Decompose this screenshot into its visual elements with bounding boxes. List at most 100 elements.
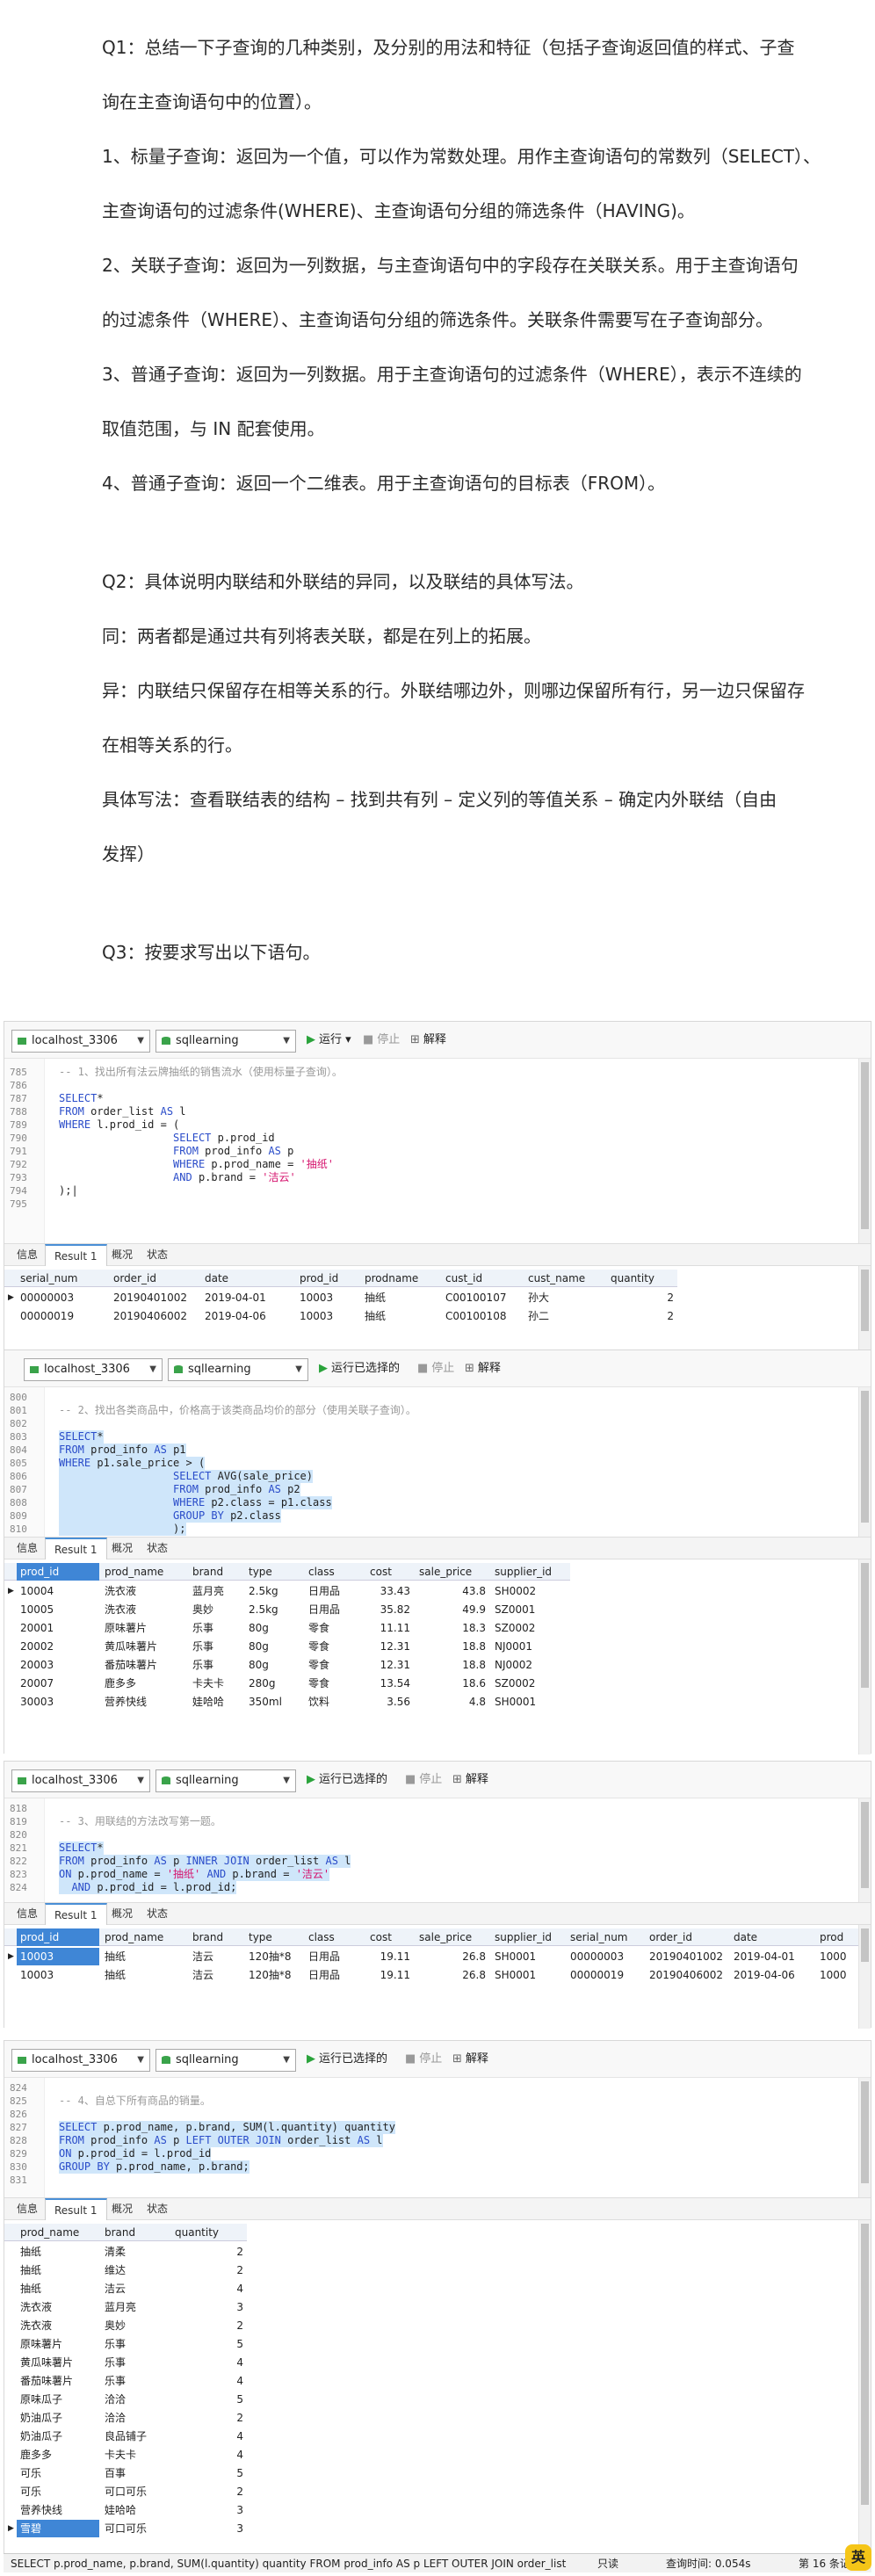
table-cell[interactable]: 2: [171, 2261, 247, 2279]
table-cell[interactable]: 10003: [296, 1307, 359, 1325]
table-cell[interactable]: 原味薯片: [17, 2335, 99, 2353]
table-cell[interactable]: 4: [171, 2372, 247, 2390]
table-cell[interactable]: 乐事: [189, 1656, 243, 1674]
table-row[interactable]: 洗衣液 蓝月亮 3: [4, 2298, 247, 2316]
table-cell[interactable]: 奶油瓜子: [17, 2428, 99, 2445]
table-cell[interactable]: 2019-04-06: [730, 1966, 814, 1984]
scroll-thumb[interactable]: [861, 2224, 869, 2505]
table-cell[interactable]: 4: [171, 2354, 247, 2371]
stop-button[interactable]: ■ 停止: [363, 1033, 400, 1047]
table-cell[interactable]: 13.54: [366, 1675, 414, 1692]
table-cell[interactable]: 2: [171, 2317, 247, 2334]
result-grid[interactable]: prod_id prod_name brand type class cost sale_p…: [4, 1559, 871, 1755]
table-cell[interactable]: 5: [171, 2335, 247, 2353]
table-cell[interactable]: 奶油瓜子: [17, 2409, 99, 2427]
table-cell[interactable]: 10005: [17, 1601, 99, 1618]
table-cell[interactable]: 乐事: [189, 1619, 243, 1637]
column-header[interactable]: supplier_id: [491, 1563, 570, 1581]
table-cell[interactable]: 零食: [305, 1656, 365, 1674]
database-select[interactable]: sqllearning ▼: [155, 2049, 296, 2072]
column-header[interactable]: class: [305, 1928, 365, 1946]
table-cell[interactable]: 娃哈哈: [101, 2501, 170, 2519]
table-cell[interactable]: NJ0001: [491, 1638, 570, 1655]
table-cell[interactable]: 可乐: [17, 2464, 99, 2482]
connection-select[interactable]: localhost_3306 ▼: [24, 1358, 163, 1381]
table-cell[interactable]: 20190406002: [110, 1307, 199, 1325]
table-cell[interactable]: 鹿多多: [101, 1675, 187, 1692]
table-cell[interactable]: SZ0002: [491, 1675, 570, 1692]
table-cell[interactable]: 2: [607, 1307, 677, 1325]
column-header[interactable]: prodname: [361, 1270, 440, 1287]
tab-result-1[interactable]: Result 1: [45, 2198, 107, 2220]
table-cell[interactable]: 维达: [101, 2261, 170, 2279]
column-header[interactable]: class: [305, 1563, 365, 1581]
table-cell[interactable]: 乐事: [101, 2354, 170, 2371]
table-cell[interactable]: 奥妙: [101, 2317, 170, 2334]
table-cell[interactable]: 20001: [17, 1619, 99, 1637]
column-header[interactable]: serial_num: [567, 1928, 644, 1946]
table-row[interactable]: 可乐 可口可乐 2: [4, 2483, 247, 2500]
table-cell[interactable]: SZ0002: [491, 1619, 570, 1637]
table-cell[interactable]: 奥妙: [189, 1601, 243, 1618]
table-cell[interactable]: 洽洽: [101, 2391, 170, 2408]
table-cell[interactable]: 20190401002: [110, 1289, 199, 1306]
table-row[interactable]: 10003 抽纸 洁云 120抽*8 日用品 19.11 26.8 SH0001 0000001…: [4, 1966, 869, 1984]
table-cell[interactable]: 抽纸: [17, 2261, 99, 2279]
run-button[interactable]: ▶ 运行已选择的: [307, 2052, 387, 2066]
table-cell[interactable]: 番茄味薯片: [101, 1656, 187, 1674]
column-header[interactable]: prod_name: [101, 1563, 187, 1581]
table-cell[interactable]: 10003: [296, 1289, 359, 1306]
table-row[interactable]: 鹿多多 卡夫卡 4: [4, 2446, 247, 2464]
table-row[interactable]: 原味瓜子 洽洽 5: [4, 2391, 247, 2408]
table-cell[interactable]: 20007: [17, 1675, 99, 1692]
column-header[interactable]: prod_id: [17, 1928, 99, 1946]
scroll-thumb[interactable]: [861, 1928, 869, 1962]
table-row[interactable]: 抽纸 维达 2: [4, 2261, 247, 2279]
table-row[interactable]: 原味薯片 乐事 5: [4, 2335, 247, 2353]
table-cell[interactable]: 洁云: [189, 1948, 243, 1965]
table-cell[interactable]: 20190406002: [646, 1966, 728, 1984]
table-cell[interactable]: 3: [171, 2520, 247, 2537]
sql-editor[interactable]: 824 825 826 827 828 829 830 831 -- 4、自总下所有商品的销量。…: [4, 2078, 871, 2197]
table-cell[interactable]: 原味薯片: [101, 1619, 187, 1637]
database-select[interactable]: sqllearning ▼: [155, 1769, 296, 1792]
editor-scrollbar[interactable]: [858, 1798, 871, 1902]
table-cell[interactable]: 2019-04-01: [730, 1948, 814, 1965]
table-row[interactable]: 番茄味薯片 乐事 4: [4, 2372, 247, 2390]
table-cell[interactable]: 日用品: [305, 1966, 365, 1984]
table-cell[interactable]: 43.8: [416, 1582, 489, 1600]
table-cell[interactable]: C00100107: [442, 1289, 523, 1306]
table-cell[interactable]: 黄瓜味薯片: [101, 1638, 187, 1655]
tab-info[interactable]: 信息: [8, 1538, 47, 1559]
database-select[interactable]: sqllearning ▼: [168, 1358, 308, 1381]
table-cell[interactable]: 10004: [17, 1582, 99, 1600]
table-row[interactable]: 20002 黄瓜味薯片 乐事 80g 零食 12.31 18.8 NJ0001: [4, 1638, 570, 1655]
table-cell[interactable]: 番茄味薯片: [17, 2372, 99, 2390]
table-cell[interactable]: 5: [171, 2391, 247, 2408]
table-cell[interactable]: SH0001: [491, 1693, 570, 1711]
sql-editor[interactable]: 785 786 787 788 789 790 791 792 793 794 795 -- 1、找出…: [4, 1059, 871, 1243]
stop-button[interactable]: ■ 停止: [405, 1773, 442, 1787]
scroll-thumb[interactable]: [861, 1062, 869, 1229]
column-header[interactable]: supplier_id: [491, 1928, 565, 1946]
run-button[interactable]: ▶ 运行 ▾: [307, 1033, 351, 1047]
table-cell[interactable]: 350ml: [245, 1693, 303, 1711]
column-header[interactable]: date: [730, 1928, 814, 1946]
column-header[interactable]: serial_num: [17, 1270, 108, 1287]
explain-button[interactable]: ⊞ 解释: [465, 1362, 501, 1376]
table-cell[interactable]: 2019-04-01: [201, 1289, 294, 1306]
table-cell[interactable]: 120抽*8: [245, 1948, 303, 1965]
column-header[interactable]: quantity: [607, 1270, 677, 1287]
table-cell[interactable]: 80g: [245, 1619, 303, 1637]
table-cell[interactable]: 可口可乐: [101, 2520, 170, 2537]
table-cell[interactable]: 18.6: [416, 1675, 489, 1692]
table-row[interactable]: ▶ 雪碧 可口可乐 3: [4, 2520, 247, 2537]
table-row[interactable]: 可乐 百事 5: [4, 2464, 247, 2482]
table-cell[interactable]: 35.82: [366, 1601, 414, 1618]
table-cell[interactable]: 洗衣液: [17, 2317, 99, 2334]
table-cell[interactable]: 4: [171, 2446, 247, 2464]
grid-scrollbar[interactable]: [858, 1925, 871, 2029]
scroll-thumb[interactable]: [861, 1802, 869, 1888]
column-header[interactable]: sale_price: [416, 1563, 489, 1581]
table-row[interactable]: 抽纸 清柔 2: [4, 2243, 247, 2261]
